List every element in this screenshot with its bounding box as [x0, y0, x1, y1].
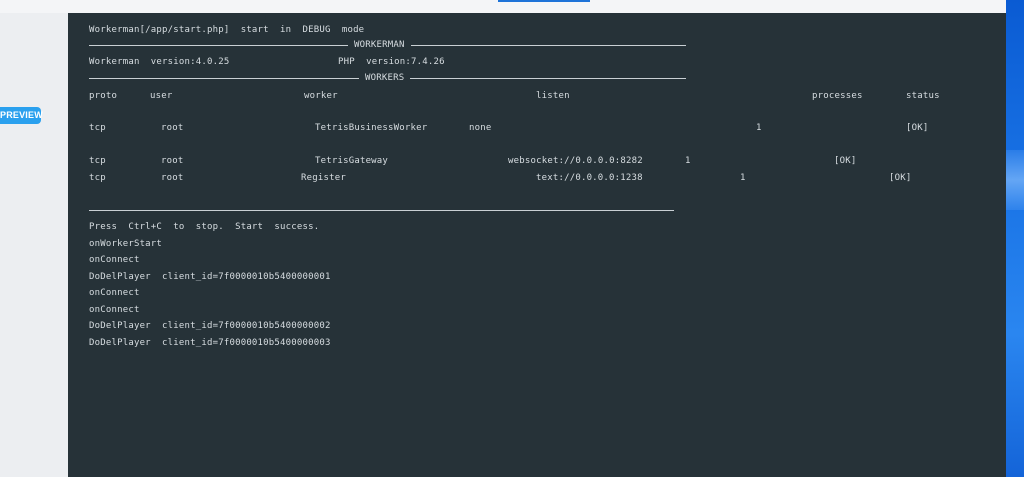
- worker-user: root: [161, 173, 184, 183]
- active-tab-indicator: [498, 0, 590, 2]
- desktop-wallpaper-edge: [1006, 0, 1024, 477]
- wallpaper-highlight: [1006, 150, 1024, 210]
- worker-processes: 1: [740, 173, 746, 183]
- log-line: DoDelPlayer client_id=7f0000010b54000000…: [89, 272, 331, 282]
- column-header-listen: listen: [536, 91, 570, 101]
- log-line: DoDelPlayer client_id=7f0000010b54000000…: [89, 338, 331, 348]
- worker-processes: 1: [756, 123, 762, 133]
- worker-proto: tcp: [89, 123, 106, 133]
- worker-user: root: [161, 123, 184, 133]
- log-line: onConnect: [89, 288, 140, 298]
- worker-name: Register: [301, 173, 346, 183]
- column-header-worker: worker: [304, 91, 338, 101]
- column-header-user: user: [150, 91, 173, 101]
- top-bar: [0, 0, 1024, 13]
- footer-rule: [89, 210, 674, 211]
- workerman-section-title: WORKERMAN: [348, 40, 411, 51]
- column-header-proto: proto: [89, 91, 118, 101]
- worker-name: TetrisBusinessWorker: [315, 123, 428, 133]
- log-line: onConnect: [89, 255, 140, 265]
- log-line: onConnect: [89, 305, 140, 315]
- worker-status: [OK]: [906, 123, 929, 133]
- worker-proto: tcp: [89, 156, 106, 166]
- workers-section-title: WORKERS: [359, 73, 411, 84]
- worker-name: TetrisGateway: [315, 156, 389, 166]
- column-header-status: status: [906, 91, 940, 101]
- log-line: onWorkerStart: [89, 239, 163, 249]
- header-line: Workerman[/app/start.php] start in DEBUG…: [89, 25, 365, 35]
- worker-user: root: [161, 156, 184, 166]
- terminal-output[interactable]: Workerman[/app/start.php] start in DEBUG…: [68, 13, 1006, 477]
- column-header-processes: processes: [812, 91, 863, 101]
- worker-status: [OK]: [834, 156, 857, 166]
- worker-listen: none: [469, 123, 492, 133]
- left-panel: [0, 13, 68, 477]
- worker-listen: text://0.0.0.0:1238: [536, 173, 643, 183]
- php-version: PHP version:7.4.26: [338, 57, 445, 67]
- worker-proto: tcp: [89, 173, 106, 183]
- worker-listen: websocket://0.0.0.0:8282: [508, 156, 643, 166]
- worker-status: [OK]: [889, 173, 912, 183]
- log-line: DoDelPlayer client_id=7f0000010b54000000…: [89, 321, 331, 331]
- workerman-version: Workerman version:4.0.25: [89, 57, 230, 67]
- worker-processes: 1: [685, 156, 691, 166]
- preview-badge[interactable]: PREVIEW: [0, 107, 43, 124]
- log-line: Press Ctrl+C to stop. Start success.: [89, 222, 320, 232]
